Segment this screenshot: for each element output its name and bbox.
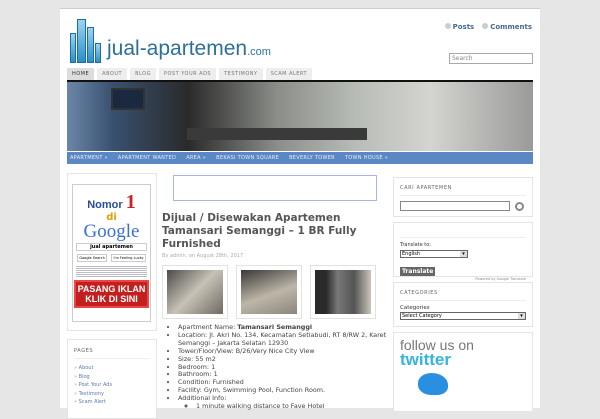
page-link-testimony[interactable]: Testimony — [74, 390, 150, 399]
ad-query: jual apartemen — [76, 243, 147, 251]
tab-post-your-ads[interactable]: POST YOUR ADS — [158, 68, 217, 80]
ad-klik: KLIK DI SINI — [85, 294, 138, 304]
logo-tld: .com — [247, 46, 271, 58]
cat-area[interactable]: AREA » — [186, 155, 206, 161]
translate-button[interactable]: Translate — [400, 267, 436, 276]
translate-label: Translate to: — [400, 237, 526, 248]
ad-number: 1 — [125, 191, 136, 213]
tab-blog[interactable]: BLOG — [130, 68, 156, 80]
ad-pasang: PASANG IKLAN — [77, 284, 146, 294]
search-input[interactable]: Search — [449, 53, 533, 64]
detail-item: Location: Jl. Akri No. 134, Kecamatan Se… — [178, 331, 387, 348]
cari-input[interactable] — [400, 201, 510, 211]
sub-detail-item: 1 minute walking distance to Fave Hotel — [196, 402, 387, 411]
cat-beverly-tower[interactable]: BEVERLY TOWER — [289, 155, 335, 161]
post-title[interactable]: Dijual / Disewakan Apartemen Tamansari S… — [162, 212, 387, 251]
comments-rss-link[interactable]: Comments — [482, 23, 532, 31]
ad-slot[interactable] — [173, 175, 377, 201]
page-link-blog[interactable]: Blog — [74, 373, 150, 382]
post-photo[interactable] — [162, 265, 228, 319]
detail-item: Additional Info: 1 minute walking distan… — [178, 394, 387, 411]
language-select[interactable]: English — [400, 250, 468, 258]
categories-widget: CATEGORIES Categories Select Category — [393, 282, 533, 327]
cari-title: CARI APARTEMEN — [400, 185, 526, 196]
comments-label: Comments — [490, 23, 532, 31]
posts-rss-link[interactable]: Posts — [444, 23, 475, 31]
site-logo[interactable]: jual-apartemen.com — [70, 19, 271, 63]
cat-apartment-wanted[interactable]: APARTMENT WANTED — [118, 155, 176, 161]
pages-title: PAGES — [74, 348, 150, 359]
posts-label: Posts — [452, 23, 475, 31]
cari-widget: CARI APARTEMEN — [393, 177, 533, 217]
buildings-icon — [70, 19, 101, 63]
post-meta: By admin, on August 28th, 2017 — [162, 253, 244, 259]
translate-widget: Translate to: English Translate Powered … — [393, 222, 533, 281]
tab-about[interactable]: ABOUT — [97, 68, 128, 80]
category-select[interactable]: Select Category — [400, 312, 526, 320]
tab-scam-alert[interactable]: SCAM ALERT — [265, 68, 313, 80]
page-link-scam-alert[interactable]: Scam Alert — [74, 398, 150, 407]
post: Dijual / Disewakan Apartemen Tamansari S… — [162, 206, 387, 411]
google-ad-banner[interactable]: Nomor 1 di Google jual apartemen Google … — [72, 184, 151, 322]
ad-search-button: Google Search — [77, 254, 107, 262]
post-photo[interactable] — [236, 265, 302, 319]
twitter-bird-icon — [418, 373, 448, 395]
search-icon[interactable] — [515, 201, 524, 211]
cat-town-house[interactable]: TOWN HOUSE » — [345, 155, 388, 161]
cat-bekasi-town-square[interactable]: BEKASI TOWN SQUARE — [216, 155, 279, 161]
categories-label: Categories — [400, 305, 430, 311]
ad-google: Google — [83, 221, 140, 242]
page-link-post-your-ads[interactable]: Post Your Ads — [74, 381, 150, 390]
twitter-text: twitter — [400, 350, 451, 369]
tab-testimony[interactable]: TESTIMONY — [219, 68, 263, 80]
comment-icon — [482, 23, 489, 29]
logo-text: jual-apartemen — [107, 37, 248, 60]
page-link-about[interactable]: About — [74, 364, 150, 373]
ad-lucky-button: I'm Feeling Lucky — [111, 254, 146, 262]
twitter-widget[interactable]: follow us on twitter — [393, 332, 533, 412]
ad-nomor: Nomor — [87, 199, 123, 211]
header-banner-image — [67, 80, 533, 151]
rss-icon — [444, 23, 451, 29]
tab-home[interactable]: HOME — [67, 68, 95, 80]
categories-title: CATEGORIES — [400, 290, 526, 301]
page: jual-apartemen.com Posts Comments Search… — [60, 8, 540, 419]
pages-widget: PAGES About Blog Post Your Ads Testimony… — [67, 339, 157, 419]
powered-by[interactable]: Powered by Google Translate — [400, 277, 526, 281]
post-photo[interactable] — [310, 265, 376, 319]
cat-apartment[interactable]: APARTMENT » — [70, 155, 108, 161]
